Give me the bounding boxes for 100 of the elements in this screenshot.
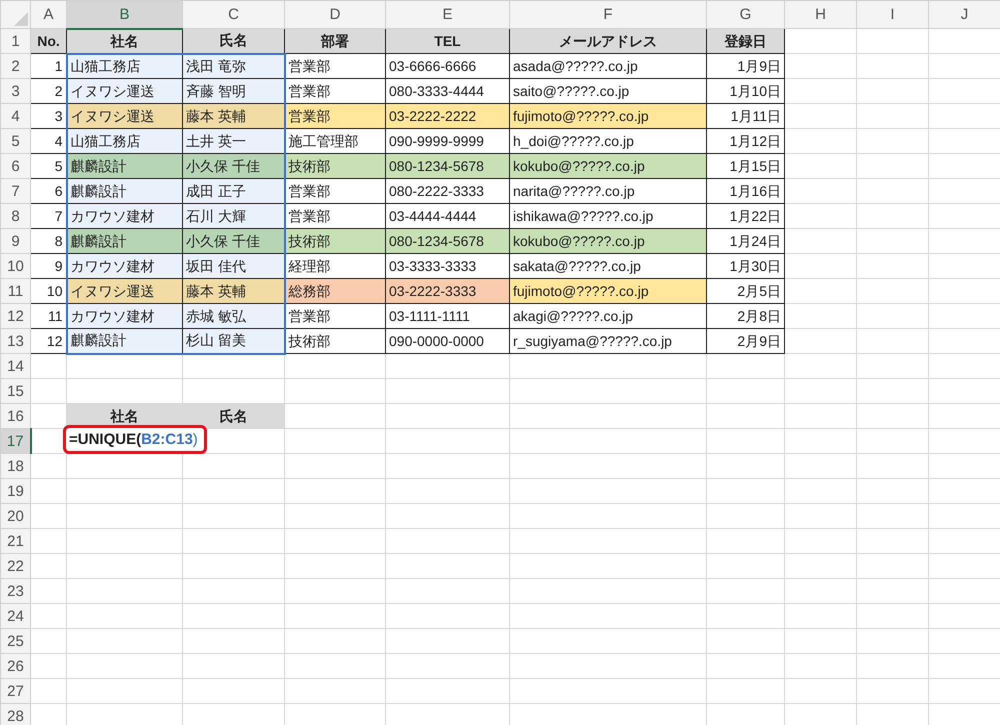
table-cell: 杉山 留美 [182,328,284,354]
column-header[interactable]: F [510,0,706,28]
column-header[interactable]: E [386,0,510,28]
table-cell: fujimoto@?????.co.jp [510,104,706,128]
row-header[interactable]: 6 [0,154,30,178]
table-cell: カワウソ建材 [66,254,182,278]
table-cell: 藤本 英輔 [182,278,284,304]
column-heading: TEL [386,28,510,54]
table-cell: 2月5日 [706,278,784,304]
table-cell: 1月24日 [706,228,784,254]
row-header[interactable]: 4 [0,104,30,128]
column-heading: 氏名 [182,404,284,428]
row-header[interactable]: 9 [0,228,30,254]
row-header[interactable]: 22 [0,554,30,578]
table-cell: 山猫工務店 [66,54,182,78]
column-header[interactable]: H [784,0,856,28]
row-header[interactable]: 14 [0,354,30,378]
row-header[interactable]: 13 [0,328,30,354]
row-header[interactable]: 5 [0,128,30,154]
column-heading: 部署 [284,28,386,54]
table-cell: 080-2222-3333 [386,178,510,204]
column-heading: No. [30,28,66,54]
table-cell: イヌワシ運送 [66,78,182,104]
table-cell: kokubo@?????.co.jp [510,228,706,254]
table-cell: 技術部 [284,154,386,178]
row-header[interactable]: 16 [0,404,30,428]
row-header[interactable]: 10 [0,254,30,278]
table-cell: fujimoto@?????.co.jp [510,278,706,304]
table-cell: 1月15日 [706,154,784,178]
table-cell: 技術部 [284,328,386,354]
row-header[interactable]: 12 [0,304,30,328]
formula-input[interactable]: =UNIQUE(B2:C13) [63,425,207,454]
table-cell: 坂田 佳代 [182,254,284,278]
row-header[interactable]: 18 [0,454,30,478]
table-cell: 石川 大輝 [182,204,284,228]
table-cell: 斉藤 智明 [182,78,284,104]
table-cell: 藤本 英輔 [182,104,284,128]
table-cell: 1月22日 [706,204,784,228]
table-cell: カワウソ建材 [66,204,182,228]
column-heading: 登録日 [706,28,784,54]
row-header[interactable]: 8 [0,204,30,228]
row-header[interactable]: 3 [0,78,30,104]
table-cell: 1月30日 [706,254,784,278]
row-header[interactable]: 19 [0,478,30,504]
table-cell: 麒麟設計 [66,328,182,354]
column-header[interactable]: J [928,0,1000,28]
table-cell: 1月9日 [706,54,784,78]
table-cell: 営業部 [284,104,386,128]
column-heading: メールアドレス [510,28,706,54]
row-header[interactable]: 2 [0,54,30,78]
table-cell: カワウソ建材 [66,304,182,328]
table-cell: 090-0000-0000 [386,328,510,354]
row-header[interactable]: 27 [0,678,30,704]
table-cell: 小久保 千佳 [182,154,284,178]
table-cell: 技術部 [284,228,386,254]
table-cell: 営業部 [284,178,386,204]
row-header[interactable]: 7 [0,178,30,204]
row-header[interactable]: 23 [0,578,30,604]
table-cell: 2月8日 [706,304,784,328]
row-header[interactable]: 26 [0,654,30,678]
table-cell: 小久保 千佳 [182,228,284,254]
table-cell: 03-2222-3333 [386,278,510,304]
table-cell: 03-2222-2222 [386,104,510,128]
column-header[interactable]: A [30,0,66,28]
row-header[interactable]: 11 [0,278,30,304]
column-header[interactable]: B [66,0,182,28]
table-cell: 03-6666-6666 [386,54,510,78]
column-header[interactable]: C [182,0,284,28]
row-header[interactable]: 17 [0,428,30,454]
table-cell: akagi@?????.co.jp [510,304,706,328]
table-cell: kokubo@?????.co.jp [510,154,706,178]
table-cell: narita@?????.co.jp [510,178,706,204]
table-cell: 080-1234-5678 [386,228,510,254]
row-header[interactable]: 1 [0,28,30,54]
column-heading: 社名 [66,28,182,54]
row-header[interactable]: 20 [0,504,30,528]
table-cell: イヌワシ運送 [66,104,182,128]
column-header[interactable]: I [856,0,928,28]
table-cell: 1月12日 [706,128,784,154]
table-cell: 浅田 竜弥 [182,54,284,78]
table-cell: 麒麟設計 [66,154,182,178]
table-cell: 麒麟設計 [66,178,182,204]
table-cell: 赤城 敏弘 [182,304,284,328]
table-cell: 山猫工務店 [66,128,182,154]
table-cell: 麒麟設計 [66,228,182,254]
column-header[interactable]: G [706,0,784,28]
row-header[interactable]: 24 [0,604,30,628]
row-header[interactable]: 15 [0,378,30,404]
table-cell: r_sugiyama@?????.co.jp [510,328,706,354]
table-cell: 総務部 [284,278,386,304]
column-header[interactable]: D [284,0,386,28]
table-cell: 営業部 [284,54,386,78]
row-header[interactable]: 25 [0,628,30,654]
table-cell: asada@?????.co.jp [510,54,706,78]
table-cell: 03-1111-1111 [386,304,510,328]
table-cell: 1月10日 [706,78,784,104]
row-header[interactable]: 28 [0,704,30,725]
table-cell: 1月11日 [706,104,784,128]
table-cell: 1月16日 [706,178,784,204]
row-header[interactable]: 21 [0,528,30,554]
